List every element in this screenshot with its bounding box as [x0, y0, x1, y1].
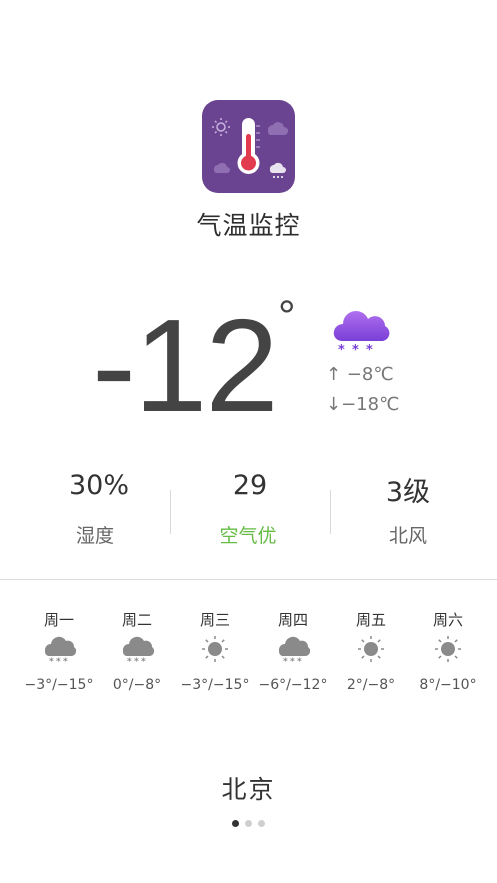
forecast-range: 8°/−10°: [419, 677, 477, 693]
snow-cloud-icon: * * *: [253, 634, 333, 667]
humidity-value: 30%: [68, 470, 129, 501]
sun-icon: [408, 634, 488, 664]
svg-text:*: *: [352, 343, 359, 355]
app-title: 气温监控: [196, 211, 301, 240]
city-name: 北京: [221, 775, 276, 804]
app-icon: [202, 100, 295, 193]
snow-cloud-icon: * * *: [97, 634, 177, 667]
svg-text:*: *: [134, 657, 139, 664]
page-dot[interactable]: [245, 820, 252, 827]
aqi-value: 29: [232, 470, 268, 501]
forecast-range: −6°/−12°: [258, 677, 328, 693]
thermometer-icon: [212, 118, 288, 178]
svg-text:*: *: [297, 657, 302, 664]
low-temperature: ↓−18℃: [326, 394, 400, 415]
forecast-day: 周一: [43, 611, 74, 629]
svg-text:*: *: [290, 657, 295, 664]
forecast-day: 周五: [355, 611, 386, 629]
snow-cloud-icon: * * *: [19, 634, 99, 667]
page-indicator[interactable]: [0, 812, 497, 831]
snow-cloud-icon: * * *: [330, 305, 390, 359]
degree-symbol: °: [278, 292, 296, 341]
current-temperature: -12: [92, 292, 279, 439]
sun-icon: [331, 634, 411, 664]
svg-text:*: *: [63, 657, 68, 664]
forecast-day: 周三: [199, 611, 230, 629]
wind-label: 北风: [388, 525, 427, 547]
aqi-label: 空气优: [219, 525, 277, 547]
forecast-range: 2°/−8°: [346, 677, 396, 693]
page-dot-active[interactable]: [232, 820, 239, 827]
section-divider: [0, 579, 497, 580]
page-dot[interactable]: [258, 820, 265, 827]
svg-text:*: *: [366, 343, 373, 355]
forecast-day: 周六: [432, 611, 463, 629]
sun-icon: [175, 634, 255, 664]
svg-text:*: *: [338, 343, 345, 355]
svg-text:*: *: [56, 657, 61, 664]
forecast-day: 周四: [277, 611, 308, 629]
forecast-range: −3°/−15°: [180, 677, 250, 693]
high-temperature: ↑ −8℃: [326, 364, 394, 385]
forecast-range: 0°/−8°: [112, 677, 162, 693]
wind-value: 3级: [385, 477, 431, 508]
svg-text:*: *: [127, 657, 132, 664]
forecast-day: 周二: [121, 611, 152, 629]
svg-text:*: *: [141, 657, 146, 664]
humidity-label: 湿度: [75, 525, 114, 547]
svg-text:*: *: [49, 657, 54, 664]
forecast-range: −3°/−15°: [24, 677, 94, 693]
svg-text:*: *: [283, 657, 288, 664]
